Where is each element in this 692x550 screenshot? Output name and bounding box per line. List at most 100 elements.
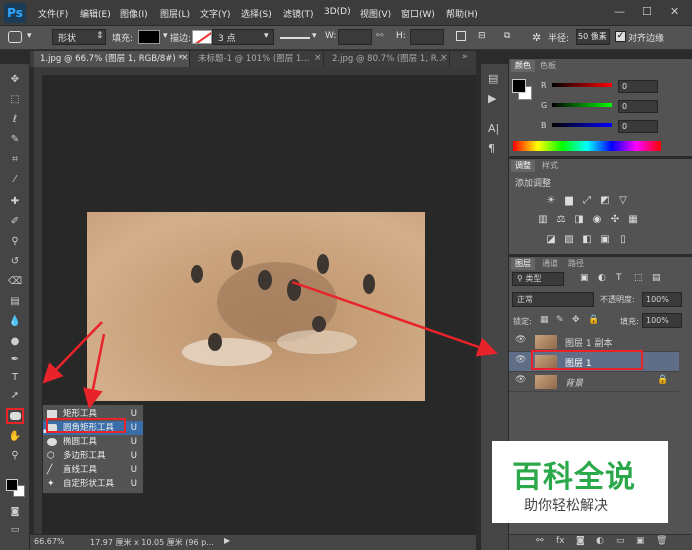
- lock-position-icon[interactable]: ✥: [572, 315, 580, 325]
- menu-window[interactable]: 窗口(W): [401, 7, 435, 20]
- move-tool-icon[interactable]: ✥: [6, 72, 24, 88]
- posterize-icon[interactable]: ▨: [562, 234, 576, 246]
- tab-document-2[interactable]: 未标题-1 @ 101% (图层 1...: [192, 51, 324, 67]
- chevron-right-icon[interactable]: ▶: [224, 536, 230, 545]
- photo-filter-icon[interactable]: ◉: [590, 214, 604, 226]
- type-tool-icon[interactable]: T: [6, 370, 24, 386]
- clone-stamp-tool-icon[interactable]: ⚲: [6, 234, 24, 250]
- flyout-item-line[interactable]: ╱ 直线工具 U: [43, 463, 143, 477]
- stroke-swatch[interactable]: [192, 30, 212, 44]
- screen-mode-icon[interactable]: ▭: [6, 522, 24, 538]
- filter-pixel-icon[interactable]: ▣: [580, 273, 589, 283]
- rounded-rect-tool-icon[interactable]: [8, 31, 22, 43]
- quick-select-tool-icon[interactable]: ✎: [6, 132, 24, 148]
- tab-document-3[interactable]: 2.jpg @ 80.7% (图层 1, R...: [326, 51, 450, 67]
- vibrance-icon[interactable]: ▽: [616, 195, 630, 207]
- paragraph-icon[interactable]: ¶: [488, 142, 495, 155]
- close-icon[interactable]: ✕: [670, 5, 679, 18]
- chevron-down-icon[interactable]: ▾: [27, 31, 32, 41]
- menu-3d[interactable]: 3D(D): [324, 7, 351, 17]
- marquee-tool-icon[interactable]: ⬚: [6, 92, 24, 108]
- tabs-overflow-icon[interactable]: »: [462, 52, 468, 62]
- opacity-input[interactable]: 100%: [642, 292, 682, 307]
- fill-input[interactable]: 100%: [642, 313, 682, 328]
- checkbox-checked-icon[interactable]: ✓: [615, 31, 626, 42]
- eye-icon[interactable]: 👁: [515, 375, 526, 385]
- menu-file[interactable]: 文件(F): [38, 7, 68, 20]
- lock-transparency-icon[interactable]: ▦: [540, 315, 549, 325]
- red-value-input[interactable]: 0: [618, 80, 658, 93]
- maximize-icon[interactable]: ☐: [642, 5, 652, 18]
- flyout-item-ellipse[interactable]: 椭圆工具 U: [43, 435, 143, 449]
- path-operations-icon[interactable]: [456, 31, 466, 41]
- path-selection-tool-icon[interactable]: ➚: [6, 388, 24, 404]
- history-brush-tool-icon[interactable]: ↺: [6, 254, 24, 270]
- menu-image[interactable]: 图像(I): [120, 7, 148, 20]
- tab-channels[interactable]: 通道: [538, 258, 562, 270]
- pen-tool-icon[interactable]: ✒: [6, 352, 24, 368]
- healing-brush-tool-icon[interactable]: ✚: [6, 194, 24, 210]
- menu-help[interactable]: 帮助(H): [446, 7, 478, 20]
- filter-shape-icon[interactable]: ⬚: [634, 273, 643, 283]
- gear-icon[interactable]: ✲: [532, 31, 541, 44]
- tab-close-icon[interactable]: ×: [314, 53, 322, 63]
- green-slider[interactable]: [552, 103, 612, 107]
- layer-row-copy[interactable]: 👁 图层 1 副本: [509, 332, 679, 352]
- menu-layer[interactable]: 图层(L): [160, 7, 190, 20]
- hand-tool-icon[interactable]: ✋: [6, 429, 24, 445]
- character-icon[interactable]: A|: [488, 122, 499, 135]
- trash-icon[interactable]: 🗑: [656, 536, 667, 546]
- menu-edit[interactable]: 编辑(E): [80, 7, 111, 20]
- selective-color-icon[interactable]: ▣: [598, 234, 612, 246]
- exposure-icon[interactable]: ◩: [598, 195, 612, 207]
- flyout-item-polygon[interactable]: ⬡ 多边形工具 U: [43, 449, 143, 463]
- green-value-input[interactable]: 0: [618, 100, 658, 113]
- eyedropper-tool-icon[interactable]: ⁄: [6, 172, 24, 188]
- new-layer-icon[interactable]: ▣: [636, 536, 645, 546]
- zoom-level[interactable]: 66.67%: [34, 537, 65, 546]
- eye-icon[interactable]: 👁: [515, 355, 526, 365]
- filter-adjustment-icon[interactable]: ◐: [598, 273, 606, 283]
- minimize-icon[interactable]: —: [614, 5, 625, 18]
- red-slider[interactable]: [552, 83, 612, 87]
- tab-color[interactable]: 颜色: [511, 60, 535, 72]
- fx-icon[interactable]: fx: [556, 536, 565, 546]
- tab-styles[interactable]: 样式: [538, 160, 562, 172]
- fill-swatch[interactable]: [138, 30, 160, 44]
- adjustment-layer-icon[interactable]: ◐: [596, 536, 604, 546]
- hue-saturation-icon[interactable]: ▥: [536, 214, 550, 226]
- zoom-tool-icon[interactable]: ⚲: [6, 448, 24, 464]
- menu-select[interactable]: 选择(S): [241, 7, 272, 20]
- tab-close-icon[interactable]: ×: [440, 53, 448, 63]
- filter-kind-select[interactable]: ⚲ 类型: [512, 272, 564, 286]
- actions-icon[interactable]: ▶: [488, 92, 496, 105]
- path-arrangement-icon[interactable]: ⧉: [504, 31, 510, 41]
- levels-icon[interactable]: ▆: [562, 195, 576, 207]
- color-lookup-icon[interactable]: ▦: [626, 214, 640, 226]
- lasso-tool-icon[interactable]: ℓ: [6, 112, 24, 128]
- height-input[interactable]: [410, 29, 444, 45]
- lock-pixels-icon[interactable]: ✎: [556, 315, 564, 325]
- width-input[interactable]: [338, 29, 372, 45]
- brush-tool-icon[interactable]: ✐: [6, 214, 24, 230]
- brightness-icon[interactable]: ☀: [544, 195, 558, 207]
- chevron-down-icon[interactable]: ▾: [264, 31, 269, 41]
- shape-tool-icon[interactable]: [6, 408, 24, 424]
- blue-slider[interactable]: [552, 123, 612, 127]
- curves-icon[interactable]: ⤢: [580, 195, 594, 207]
- tab-swatches[interactable]: 色板: [536, 60, 560, 72]
- dodge-tool-icon[interactable]: ●: [6, 334, 24, 350]
- path-alignment-icon[interactable]: ⊟: [478, 31, 486, 41]
- blur-tool-icon[interactable]: 💧: [6, 314, 24, 330]
- stroke-style-line[interactable]: [280, 37, 310, 39]
- threshold-icon[interactable]: ◧: [580, 234, 594, 246]
- quick-mask-icon[interactable]: ◙: [6, 504, 24, 520]
- lock-all-icon[interactable]: 🔒: [588, 315, 599, 325]
- chevron-down-icon[interactable]: ▾: [163, 31, 168, 41]
- invert-icon[interactable]: ◪: [544, 234, 558, 246]
- crop-tool-icon[interactable]: ⌗: [6, 152, 24, 168]
- tab-layers[interactable]: 图层: [511, 258, 535, 270]
- color-balance-icon[interactable]: ⚖: [554, 214, 568, 226]
- flyout-item-custom-shape[interactable]: ✦ 自定形状工具 U: [43, 477, 143, 491]
- channel-mixer-icon[interactable]: ✣: [608, 214, 622, 226]
